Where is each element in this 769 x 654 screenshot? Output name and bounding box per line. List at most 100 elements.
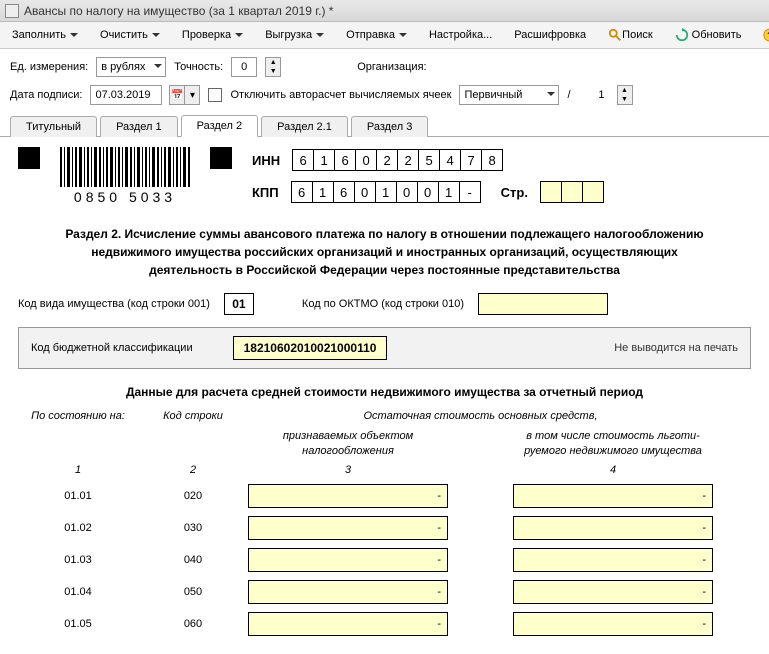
digit-box[interactable]: 2 bbox=[376, 149, 398, 171]
sub-heading: Данные для расчета средней стоимости нед… bbox=[18, 385, 751, 399]
digit-box[interactable]: 1 bbox=[375, 181, 397, 203]
digit-box[interactable]: 0 bbox=[396, 181, 418, 203]
digit-box[interactable] bbox=[540, 181, 562, 203]
digit-box[interactable] bbox=[561, 181, 583, 203]
help-button[interactable]: ? bbox=[756, 25, 769, 45]
refresh-button[interactable]: Обновить bbox=[668, 25, 749, 45]
digit-box[interactable]: 7 bbox=[460, 149, 482, 171]
residual-value-input[interactable]: - bbox=[248, 516, 448, 540]
tab-strip: ТитульныйРаздел 1Раздел 2Раздел 2.1Разде… bbox=[0, 114, 769, 137]
window-title: Авансы по налогу на имущество (за 1 квар… bbox=[24, 4, 333, 18]
tab-4[interactable]: Раздел 3 bbox=[351, 116, 429, 137]
col-numbers: 1234 bbox=[18, 464, 751, 476]
date-input[interactable] bbox=[90, 85, 162, 105]
kpp-label: КПП bbox=[252, 185, 279, 200]
rows-container: 01.01020--01.02030--01.03040--01.04050--… bbox=[18, 484, 751, 636]
barcode-graphic bbox=[60, 147, 190, 187]
digit-box[interactable]: 5 bbox=[418, 149, 440, 171]
disable-autocalc-checkbox[interactable] bbox=[208, 88, 222, 102]
row-date: 01.03 bbox=[18, 554, 138, 566]
precision-input[interactable] bbox=[231, 57, 257, 77]
digit-box[interactable]: 4 bbox=[439, 149, 461, 171]
tab-0[interactable]: Титульный bbox=[10, 116, 97, 137]
kbk-value[interactable]: 18210602010021000110 bbox=[233, 336, 388, 360]
help-icon: ? bbox=[763, 28, 769, 42]
search-icon bbox=[608, 28, 622, 42]
prop-type-label: Код вида имущества (код строки 001) bbox=[18, 298, 210, 310]
oktmo-label: Код по ОКТМО (код строки 010) bbox=[302, 298, 464, 310]
precision-spinner[interactable]: ▲▼ bbox=[265, 57, 281, 77]
residual-value-input[interactable]: - bbox=[248, 612, 448, 636]
tab-1[interactable]: Раздел 1 bbox=[100, 116, 178, 137]
row-line: 030 bbox=[148, 522, 238, 534]
row-date: 01.05 bbox=[18, 618, 138, 630]
digit-box[interactable]: 8 bbox=[481, 149, 503, 171]
clear-button[interactable]: Очистить bbox=[93, 26, 167, 44]
search-button[interactable]: Поиск bbox=[601, 25, 659, 45]
residual-value-input[interactable]: - bbox=[248, 580, 448, 604]
kbk-label: Код бюджетной классификации bbox=[31, 342, 193, 354]
calendar-icon[interactable]: 📅 bbox=[169, 85, 185, 105]
primary-select[interactable] bbox=[459, 85, 559, 105]
correction-number[interactable] bbox=[579, 85, 609, 105]
settings-button[interactable]: Настройка... bbox=[422, 26, 499, 44]
row-line: 020 bbox=[148, 490, 238, 502]
check-button[interactable]: Проверка bbox=[175, 26, 250, 44]
page-content: 0850 5033 ИНН 6160225478 КПП 61601001- С… bbox=[0, 137, 769, 654]
toolbar: Заполнить Очистить Проверка Выгрузка Отп… bbox=[0, 22, 769, 49]
digit-box[interactable]: 0 bbox=[417, 181, 439, 203]
row-line: 040 bbox=[148, 554, 238, 566]
digit-box[interactable]: 6 bbox=[334, 149, 356, 171]
col-head-line: Код строки bbox=[148, 409, 238, 423]
digit-box[interactable]: 6 bbox=[292, 149, 314, 171]
correction-spinner[interactable]: ▲▼ bbox=[617, 85, 633, 105]
digit-box[interactable]: 0 bbox=[354, 181, 376, 203]
col-head-3: признаваемых объектом налогообложения bbox=[248, 429, 448, 458]
disable-autocalc-label: Отключить авторасчет вычисляемых ячеек bbox=[230, 89, 451, 101]
col-head-main: Остаточная стоимость основных средств, bbox=[248, 409, 713, 423]
page-label: Стр. bbox=[501, 185, 528, 200]
barcode: 0850 5033 bbox=[60, 147, 190, 205]
digit-box[interactable]: 1 bbox=[312, 181, 334, 203]
date-buttons[interactable]: 📅▾ bbox=[170, 85, 200, 105]
row-date: 01.02 bbox=[18, 522, 138, 534]
privileged-value-input[interactable]: - bbox=[513, 516, 713, 540]
unit-select[interactable] bbox=[96, 57, 166, 77]
send-button[interactable]: Отправка bbox=[339, 26, 414, 44]
privileged-value-input[interactable]: - bbox=[513, 580, 713, 604]
tab-2[interactable]: Раздел 2 bbox=[181, 115, 259, 137]
digit-box[interactable]: 1 bbox=[438, 181, 460, 203]
table-row: 01.03040-- bbox=[18, 548, 751, 572]
tab-3[interactable]: Раздел 2.1 bbox=[261, 116, 348, 137]
barcode-number: 0850 5033 bbox=[74, 189, 176, 205]
table-header-2: признаваемых объектом налогообложения в … bbox=[18, 429, 751, 458]
digit-box[interactable]: 1 bbox=[313, 149, 335, 171]
residual-value-input[interactable]: - bbox=[248, 484, 448, 508]
spinner-icon[interactable]: ▾ bbox=[184, 85, 200, 105]
oktmo-input[interactable] bbox=[478, 293, 608, 315]
black-marker-right bbox=[210, 147, 232, 169]
digit-box[interactable]: - bbox=[459, 181, 481, 203]
col-head-date: По состоянию на: bbox=[18, 409, 138, 423]
table-row: 01.01020-- bbox=[18, 484, 751, 508]
digit-box[interactable]: 2 bbox=[397, 149, 419, 171]
export-button[interactable]: Выгрузка bbox=[258, 26, 331, 44]
digit-box[interactable] bbox=[582, 181, 604, 203]
privileged-value-input[interactable]: - bbox=[513, 612, 713, 636]
privileged-value-input[interactable]: - bbox=[513, 548, 713, 572]
unit-label: Ед. измерения: bbox=[10, 61, 88, 73]
privileged-value-input[interactable]: - bbox=[513, 484, 713, 508]
date-label: Дата подписи: bbox=[10, 89, 82, 101]
digit-box[interactable]: 6 bbox=[291, 181, 313, 203]
table-row: 01.05060-- bbox=[18, 612, 751, 636]
residual-value-input[interactable]: - bbox=[248, 548, 448, 572]
decode-button[interactable]: Расшифровка bbox=[507, 26, 593, 44]
digit-box[interactable]: 6 bbox=[333, 181, 355, 203]
refresh-icon bbox=[675, 28, 689, 42]
digit-box[interactable]: 0 bbox=[355, 149, 377, 171]
fill-button[interactable]: Заполнить bbox=[5, 26, 85, 44]
row-line: 060 bbox=[148, 618, 238, 630]
section-heading: Раздел 2. Исчисление суммы авансового пл… bbox=[48, 225, 721, 279]
page-boxes bbox=[540, 181, 604, 203]
prop-type-value[interactable]: 01 bbox=[224, 293, 254, 315]
